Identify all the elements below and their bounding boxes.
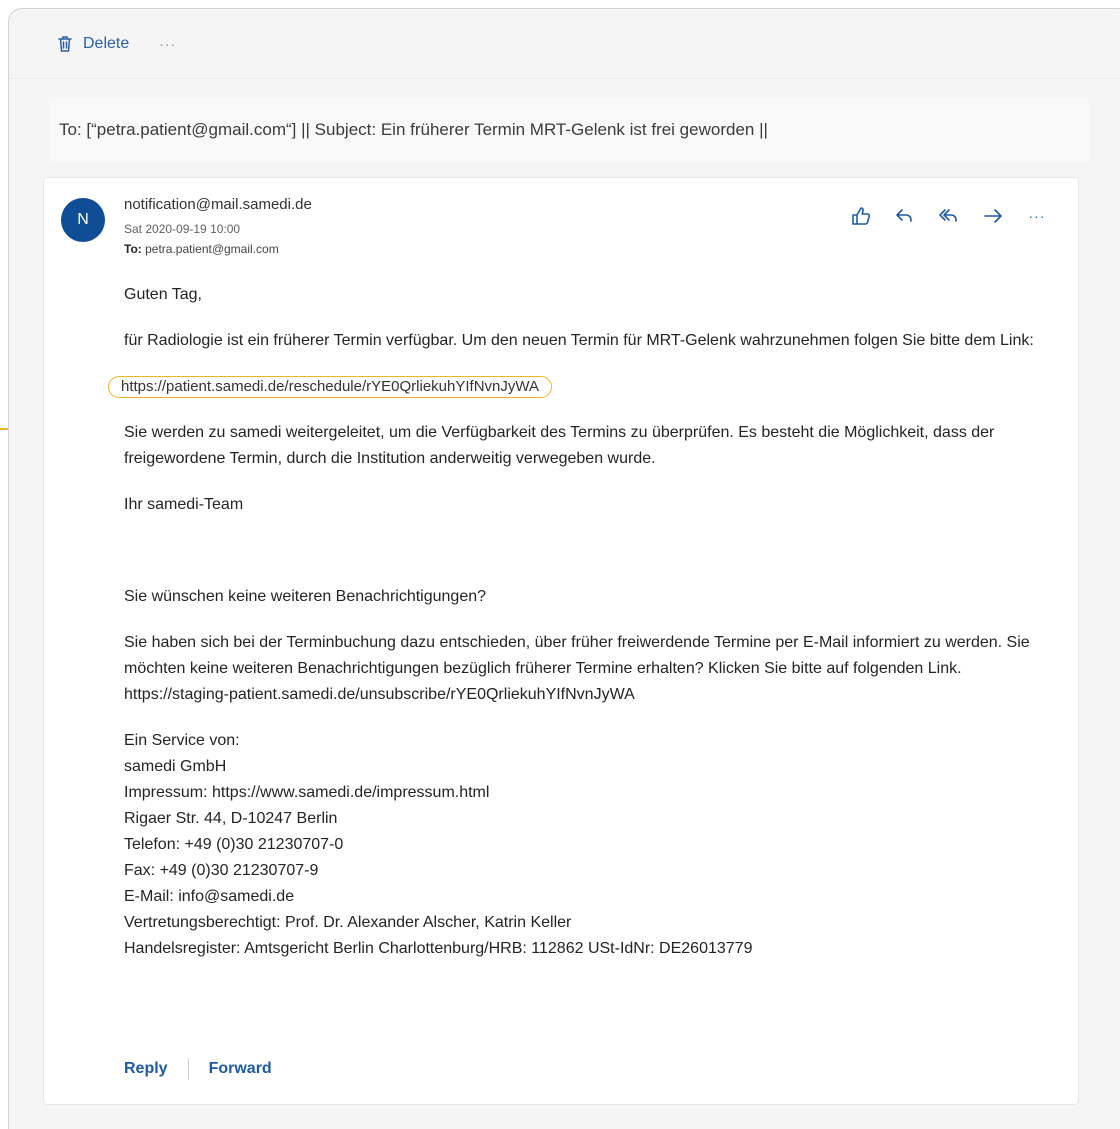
- recipient-line: To: petra.patient@gmail.com: [124, 242, 279, 256]
- toolbar: Delete ···: [9, 9, 1120, 79]
- forward-button[interactable]: [980, 204, 1006, 228]
- message-more-button[interactable]: ···: [1024, 204, 1050, 228]
- company-footer: Ein Service von: samedi GmbH Impressum: …: [124, 728, 1044, 962]
- footer-line: Ein Service von:: [124, 732, 240, 749]
- message-body: Guten Tag, für Radiologie ist ein früher…: [108, 282, 1044, 962]
- trash-icon: [58, 35, 72, 52]
- recipient-address[interactable]: petra.patient@gmail.com: [145, 242, 279, 256]
- mail-window: Delete ··· To: [“petra.patient@gmail.com…: [8, 8, 1120, 1129]
- reply-all-button[interactable]: [936, 204, 962, 228]
- delete-label: Delete: [83, 34, 130, 52]
- like-icon: [852, 207, 871, 225]
- subject-line: To: [“petra.patient@gmail.com“] || Subje…: [49, 99, 1089, 161]
- body-paragraph-1: für Radiologie ist ein früherer Termin v…: [124, 332, 1034, 349]
- footer-line: Telefon: +49 (0)30 21230707-0: [124, 836, 344, 853]
- footer-line: Rigaer Str. 44, D-10247 Berlin: [124, 810, 338, 827]
- message-actions: ···: [848, 204, 1050, 228]
- footer-line: samedi GmbH: [124, 758, 227, 775]
- message-date: Sat 2020-09-19 10:00: [124, 222, 241, 236]
- reply-icon: [896, 209, 912, 222]
- footer-line: Vertretungsberechtigt: Prof. Dr. Alexand…: [124, 914, 572, 931]
- toolbar-more-button[interactable]: ···: [159, 36, 176, 52]
- reschedule-link[interactable]: https://patient.samedi.de/reschedule/rYE…: [108, 376, 552, 398]
- reply-button[interactable]: [892, 204, 918, 228]
- footer-line: Impressum: https://www.samedi.de/impress…: [124, 784, 490, 801]
- link-paragraph: https://patient.samedi.de/reschedule/rYE…: [108, 374, 1044, 400]
- delete-button[interactable]: Delete: [57, 35, 129, 53]
- avatar: N: [61, 198, 105, 242]
- reply-all-icon: [939, 209, 957, 222]
- body-paragraph-3: Sie haben sich bei der Terminbuchung daz…: [124, 634, 1030, 703]
- forward-link[interactable]: Forward: [209, 1060, 272, 1078]
- unsubscribe-question: Sie wünschen keine weiteren Benachrichti…: [124, 588, 487, 605]
- footer-line: Fax: +49 (0)30 21230707-9: [124, 862, 319, 879]
- footer-divider: [187, 1058, 189, 1080]
- footer-line: E-Mail: info@samedi.de: [124, 888, 295, 905]
- more-icon: ···: [1028, 208, 1046, 224]
- greeting: Guten Tag,: [124, 286, 202, 303]
- like-button[interactable]: [848, 204, 874, 228]
- footer-line: Handelsregister: Amtsgericht Berlin Char…: [124, 940, 753, 957]
- to-label: To:: [124, 242, 142, 256]
- footer-actions: Reply Forward: [124, 1058, 272, 1080]
- forward-icon: [984, 209, 1002, 223]
- signoff: Ihr samedi-Team: [124, 496, 244, 513]
- reply-link[interactable]: Reply: [124, 1060, 168, 1078]
- message-card: N notification@mail.samedi.de Sat 2020-0…: [43, 177, 1079, 1105]
- body-paragraph-2: Sie werden zu samedi weitergeleitet, um …: [124, 424, 995, 467]
- sender-address[interactable]: notification@mail.samedi.de: [124, 196, 312, 213]
